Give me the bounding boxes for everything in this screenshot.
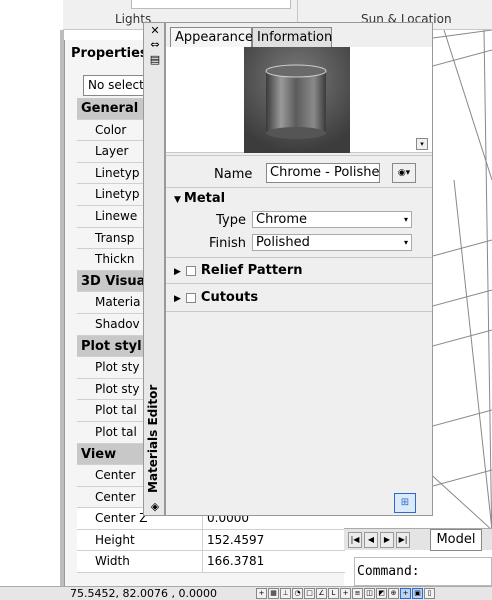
material-preview-swatch[interactable]	[244, 47, 350, 153]
prop-row[interactable]: Width 166.3781	[77, 551, 345, 574]
finish-dropdown[interactable]: Polished ▾	[252, 234, 412, 251]
grid-icon[interactable]: ▦	[268, 588, 279, 599]
ortho-icon[interactable]: ⊥	[280, 588, 291, 599]
snap-icon[interactable]: +	[256, 588, 267, 599]
materials-browser-icon[interactable]: ◈	[149, 501, 161, 513]
chevron-down-icon: ▾	[403, 238, 408, 247]
properties-title: Properties	[71, 46, 148, 61]
cutouts-checkbox[interactable]	[185, 292, 196, 303]
left-margin	[0, 0, 64, 586]
width-value[interactable]: 166.3781	[207, 551, 264, 572]
divider	[166, 311, 432, 312]
section-metal[interactable]: ▼ Metal	[174, 191, 225, 206]
tab-model[interactable]: Model	[430, 529, 482, 551]
relief-pattern-label: Relief Pattern	[200, 263, 303, 278]
triangle-down-icon: ▼	[174, 195, 181, 205]
triangle-right-icon: ▶	[174, 294, 181, 304]
name-label: Name	[214, 167, 253, 182]
autohide-icon[interactable]: ⇔	[149, 39, 161, 51]
polar-icon[interactable]: ◔	[292, 588, 303, 599]
finish-label: Finish	[208, 236, 246, 251]
material-name-field[interactable]: Chrome - Polished	[266, 163, 380, 183]
type-label: Type	[216, 213, 246, 228]
close-icon[interactable]: ✕	[149, 25, 161, 37]
command-prompt: Command:	[357, 564, 420, 579]
type-value: Chrome	[256, 212, 307, 227]
otrack-icon[interactable]: ∠	[316, 588, 327, 599]
prop-row[interactable]: Height 152.4597	[77, 529, 345, 552]
section-cutouts[interactable]: ▶ Cutouts	[174, 290, 258, 305]
materials-editor: Appearance Information ▾ Name Chrome - P…	[165, 22, 433, 516]
first-layout-icon[interactable]: |◀	[348, 532, 362, 548]
materials-editor-titlebar[interactable]: ✕ ⇔ ▤ Materials Editor ◈	[143, 22, 165, 516]
annotation-monitor-icon[interactable]: +	[400, 588, 411, 599]
dyn-icon[interactable]: +	[340, 588, 351, 599]
section-relief-pattern[interactable]: ▶ Relief Pattern	[174, 263, 303, 278]
properties-menu-icon[interactable]: ▤	[149, 54, 161, 66]
status-bar: 75.5452, 82.0076 , 0.0000 + ▦ ⊥ ◔ □ ∠ L …	[0, 586, 492, 600]
finish-value: Polished	[256, 235, 310, 250]
divider	[166, 257, 432, 258]
chrome-cylinder-image	[244, 47, 350, 153]
quick-properties-icon[interactable]: ◩	[376, 588, 387, 599]
command-line[interactable]: Command:	[354, 557, 492, 586]
ribbon-control[interactable]	[131, 0, 291, 9]
layout-tab-bar: |◀ ◀ ▶ ▶| Model	[344, 528, 492, 551]
lineweight-icon[interactable]: ≡	[352, 588, 363, 599]
transparency-icon[interactable]: ◫	[364, 588, 375, 599]
model-space-icon[interactable]: ▣	[412, 588, 423, 599]
height-value[interactable]: 152.4597	[207, 530, 264, 551]
preview-area: ▾	[166, 47, 432, 153]
workspace-icon[interactable]: ▯	[424, 588, 435, 599]
next-layout-icon[interactable]: ▶	[380, 532, 394, 548]
divider	[166, 187, 432, 188]
chevron-down-icon: ▾	[403, 215, 408, 224]
cutouts-label: Cutouts	[200, 290, 259, 305]
chevron-down-icon[interactable]: ▾	[416, 138, 428, 150]
prop-label: Height	[77, 529, 203, 551]
prev-layout-icon[interactable]: ◀	[364, 532, 378, 548]
type-dropdown[interactable]: Chrome ▾	[252, 211, 412, 228]
materials-editor-title: Materials Editor	[146, 384, 160, 493]
coordinate-readout[interactable]: 75.5452, 82.0076 , 0.0000	[70, 587, 217, 600]
triangle-right-icon: ▶	[174, 267, 181, 277]
ducs-icon[interactable]: L	[328, 588, 339, 599]
create-material-button[interactable]: ⊞	[394, 493, 416, 513]
last-layout-icon[interactable]: ▶|	[396, 532, 410, 548]
relief-pattern-checkbox[interactable]	[185, 265, 196, 276]
tab-appearance[interactable]: Appearance	[170, 27, 253, 49]
divider	[166, 283, 432, 284]
osnap-icon[interactable]: □	[304, 588, 315, 599]
prop-label: Width	[77, 551, 203, 573]
tab-information[interactable]: Information	[252, 27, 332, 49]
selection-cycling-icon[interactable]: ⊕	[388, 588, 399, 599]
material-options-button[interactable]: ◉▾	[392, 163, 416, 183]
section-metal-label: Metal	[183, 191, 226, 206]
divider	[166, 155, 432, 156]
